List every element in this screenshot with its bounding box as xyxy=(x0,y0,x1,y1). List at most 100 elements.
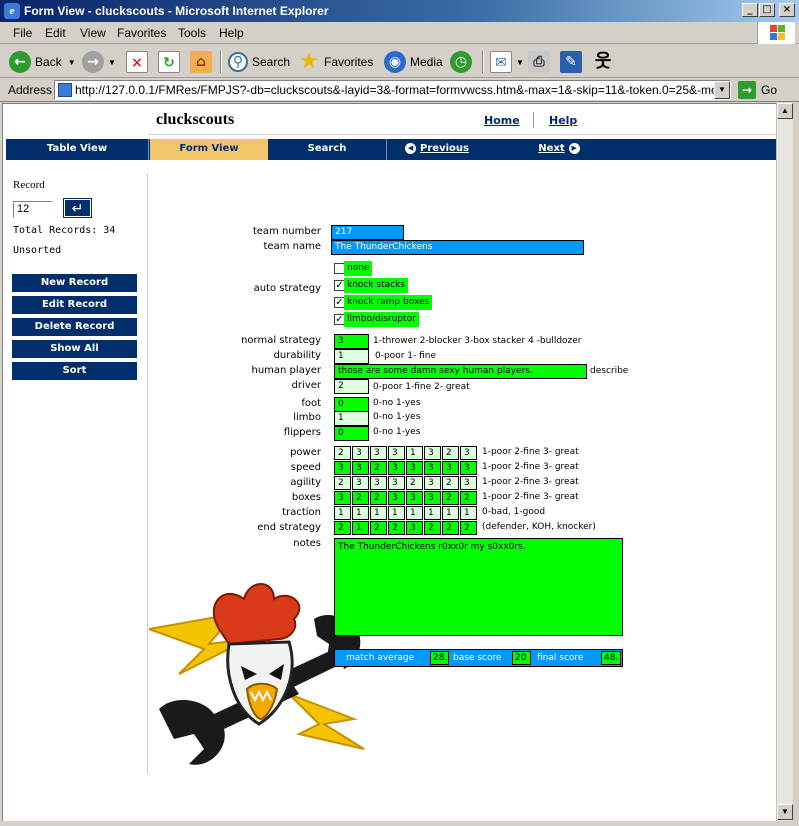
messenger-button[interactable]: 웃 xyxy=(592,49,618,75)
grid-cell[interactable]: 2 xyxy=(424,521,441,535)
address-dropdown-button[interactable]: ▼ xyxy=(714,81,730,99)
help-link[interactable]: Help xyxy=(549,114,577,127)
grid-cell[interactable]: 3 xyxy=(424,446,441,460)
grid-cell[interactable]: 2 xyxy=(370,521,387,535)
favorites-button[interactable]: ★ Favorites xyxy=(298,49,373,75)
grid-cell[interactable]: 2 xyxy=(406,476,423,490)
driver-field[interactable]: 2 xyxy=(334,379,369,394)
print-button[interactable]: ⎙ xyxy=(528,49,554,75)
grid-cell[interactable]: 3 xyxy=(388,491,405,505)
grid-cell[interactable]: 3 xyxy=(352,461,369,475)
edit-record-button[interactable]: Edit Record xyxy=(12,296,137,314)
home-button[interactable]: ⌂ xyxy=(190,49,216,75)
team-name-field[interactable]: The ThunderChickens xyxy=(331,240,584,255)
grid-cell[interactable]: 3 xyxy=(406,491,423,505)
durability-field[interactable]: 1 xyxy=(334,349,369,364)
edit-button[interactable]: ✎ xyxy=(560,49,586,75)
grid-cell[interactable]: 1 xyxy=(442,506,459,520)
grid-cell[interactable]: 2 xyxy=(334,446,351,460)
grid-cell[interactable]: 3 xyxy=(424,461,441,475)
grid-cell[interactable]: 2 xyxy=(388,521,405,535)
menu-favorites[interactable]: Favorites xyxy=(117,26,166,40)
grid-cell[interactable]: 1 xyxy=(352,521,369,535)
stop-button[interactable]: × xyxy=(126,49,152,75)
grid-cell[interactable]: 2 xyxy=(442,521,459,535)
scroll-up-button[interactable]: ▲ xyxy=(777,103,793,119)
grid-cell[interactable]: 3 xyxy=(388,446,405,460)
grid-cell[interactable]: 3 xyxy=(388,476,405,490)
base-score-field[interactable]: 20 xyxy=(512,651,531,665)
grid-cell[interactable]: 2 xyxy=(370,461,387,475)
grid-cell[interactable]: 3 xyxy=(460,476,477,490)
menu-file[interactable]: File xyxy=(13,26,32,40)
sort-button[interactable]: Sort xyxy=(12,362,137,380)
foot-field[interactable]: 0 xyxy=(334,397,369,412)
match-average-field[interactable]: 28. xyxy=(430,651,449,665)
grid-cell[interactable]: 3 xyxy=(424,491,441,505)
grid-cell[interactable]: 3 xyxy=(370,476,387,490)
new-record-button[interactable]: New Record xyxy=(12,274,137,292)
grid-cell[interactable]: 1 xyxy=(388,506,405,520)
grid-cell[interactable]: 1 xyxy=(460,506,477,520)
grid-cell[interactable]: 3 xyxy=(370,446,387,460)
grid-cell[interactable]: 3 xyxy=(424,476,441,490)
menu-view[interactable]: View xyxy=(80,26,106,40)
tab-table-view[interactable]: Table View xyxy=(6,139,149,160)
grid-cell[interactable]: 1 xyxy=(406,446,423,460)
grid-cell[interactable]: 1 xyxy=(370,506,387,520)
grid-cell[interactable]: 2 xyxy=(442,491,459,505)
grid-cell[interactable]: 2 xyxy=(334,521,351,535)
maximize-button[interactable]: □ xyxy=(759,3,775,17)
normal-strategy-field[interactable]: 3 xyxy=(334,334,369,349)
grid-cell[interactable]: 3 xyxy=(460,446,477,460)
grid-cell[interactable]: 3 xyxy=(406,521,423,535)
show-all-button[interactable]: Show All xyxy=(12,340,137,358)
forward-button[interactable]: → ▼ xyxy=(82,49,116,75)
notes-field[interactable]: The ThunderChickens r0xx0r my s0xx0rs. xyxy=(334,538,623,636)
grid-cell[interactable]: 3 xyxy=(352,446,369,460)
search-button[interactable]: ⚲ Search xyxy=(228,49,290,75)
grid-cell[interactable]: 3 xyxy=(442,461,459,475)
flippers-field[interactable]: 0 xyxy=(334,426,369,441)
address-input[interactable]: http://127.0.0.1/FMRes/FMPJS?-db=clucksc… xyxy=(54,80,731,100)
menu-tools[interactable]: Tools xyxy=(178,26,206,40)
home-link[interactable]: Home xyxy=(484,114,520,127)
mail-button[interactable]: ✉ ▼ xyxy=(490,49,524,75)
record-go-button[interactable]: ↵ xyxy=(63,198,92,218)
record-number-input[interactable]: 12 xyxy=(13,201,53,218)
grid-cell[interactable]: 1 xyxy=(352,506,369,520)
minimize-button[interactable]: _ xyxy=(742,3,758,17)
limbo-field[interactable]: 1 xyxy=(334,411,369,426)
media-button[interactable]: ◉ Media xyxy=(384,49,443,75)
menu-help[interactable]: Help xyxy=(219,26,244,40)
grid-cell[interactable]: 3 xyxy=(352,476,369,490)
grid-cell[interactable]: 3 xyxy=(388,461,405,475)
menu-edit[interactable]: Edit xyxy=(45,26,66,40)
human-player-field[interactable]: those are some damn sexy human players. xyxy=(334,364,587,379)
team-number-field[interactable]: 217 xyxy=(331,225,404,240)
grid-cell[interactable]: 2 xyxy=(352,491,369,505)
grid-cell[interactable]: 2 xyxy=(460,491,477,505)
close-button[interactable]: × xyxy=(779,3,795,17)
grid-cell[interactable]: 3 xyxy=(406,461,423,475)
grid-cell[interactable]: 3 xyxy=(334,461,351,475)
tab-form-view[interactable]: Form View xyxy=(150,139,268,160)
grid-cell[interactable]: 2 xyxy=(442,476,459,490)
delete-record-button[interactable]: Delete Record xyxy=(12,318,137,336)
grid-cell[interactable]: 2 xyxy=(370,491,387,505)
grid-cell[interactable]: 1 xyxy=(424,506,441,520)
grid-cell[interactable]: 1 xyxy=(406,506,423,520)
final-score-field[interactable]: 48. xyxy=(601,651,621,665)
history-button[interactable]: ◷ xyxy=(450,49,476,75)
go-button[interactable]: → Go xyxy=(738,81,777,99)
grid-cell[interactable]: 2 xyxy=(460,521,477,535)
back-button[interactable]: ← Back ▼ xyxy=(9,49,76,75)
grid-cell[interactable]: 2 xyxy=(334,476,351,490)
next-link[interactable]: Next ▶ xyxy=(531,139,591,160)
tab-search[interactable]: Search xyxy=(268,139,387,160)
grid-cell[interactable]: 1 xyxy=(334,506,351,520)
grid-cell[interactable]: 3 xyxy=(460,461,477,475)
scroll-down-button[interactable]: ▼ xyxy=(777,804,793,820)
grid-cell[interactable]: 3 xyxy=(334,491,351,505)
previous-link[interactable]: ◀ Previous xyxy=(390,139,480,160)
